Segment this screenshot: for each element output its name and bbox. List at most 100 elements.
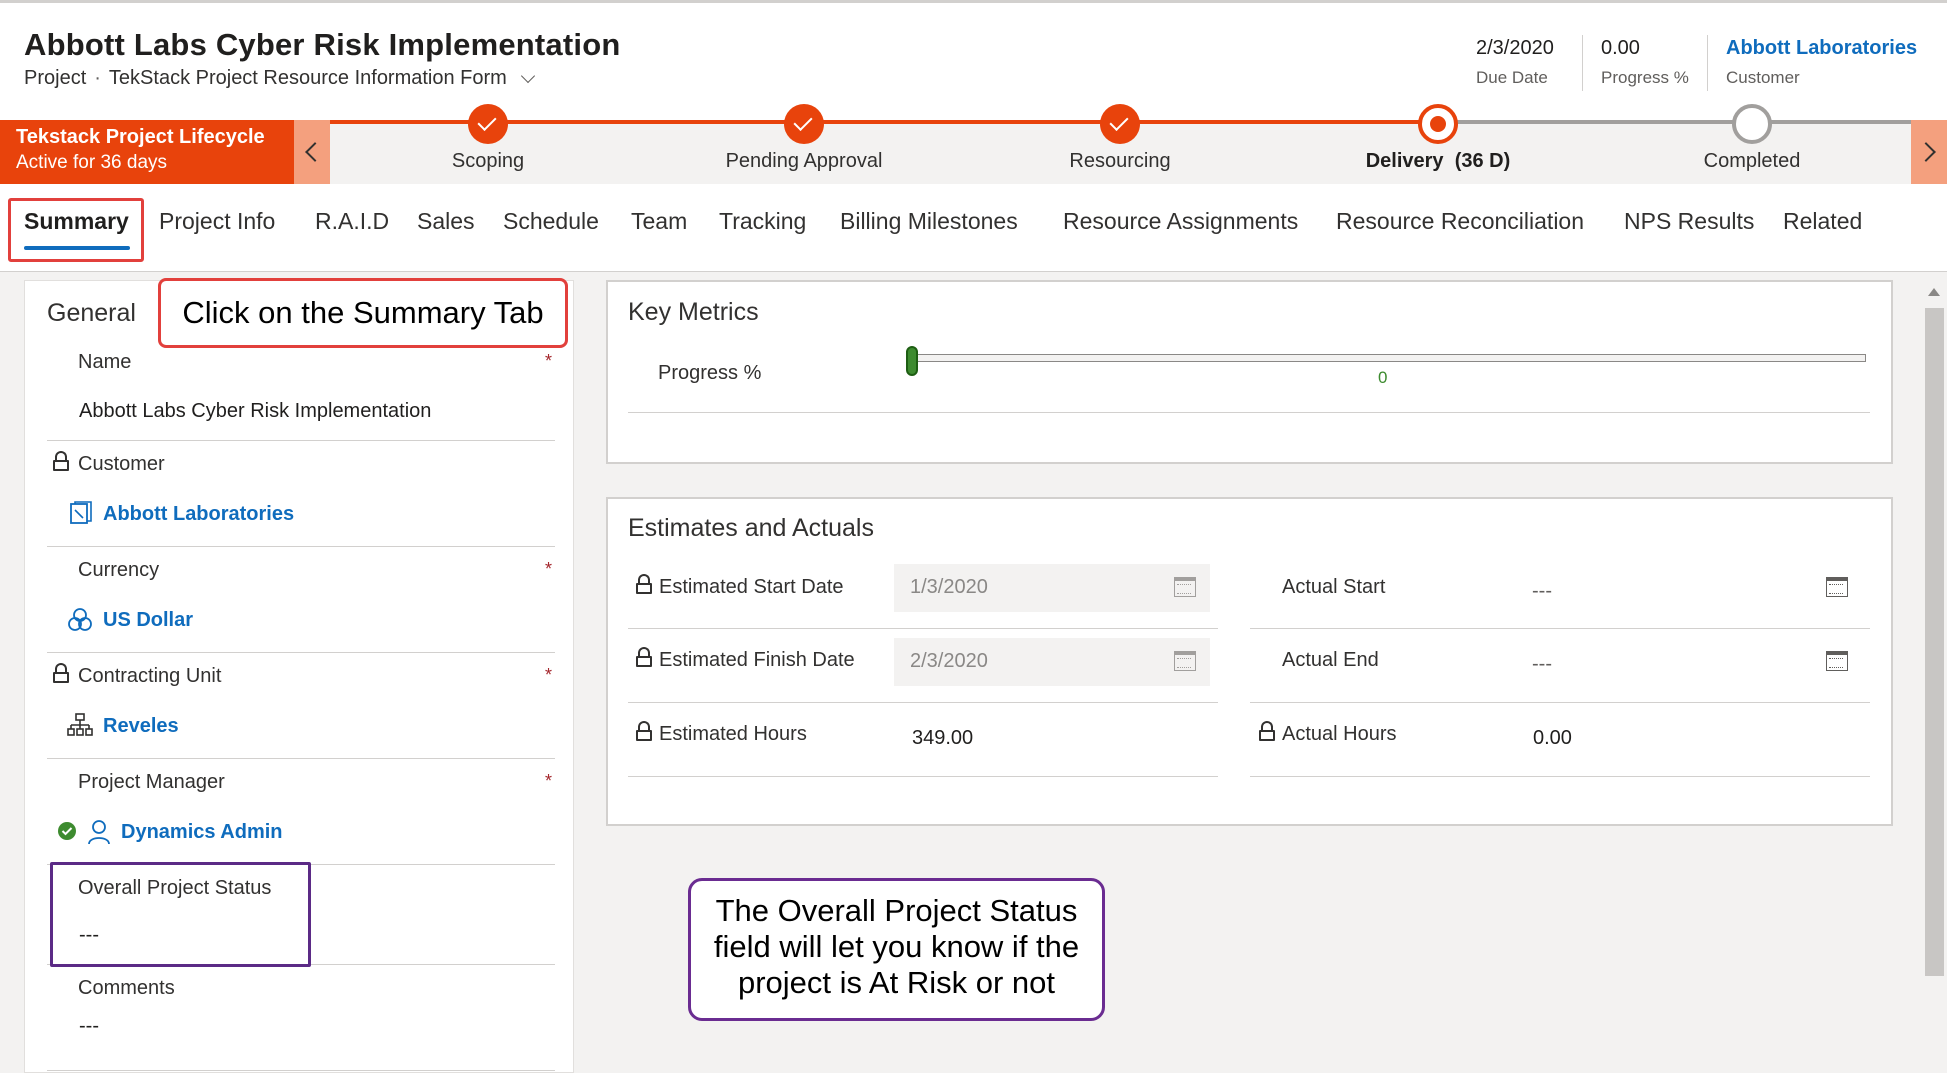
stage-complete-icon bbox=[784, 104, 824, 144]
actual-hours-field[interactable]: 0.00 bbox=[1533, 727, 1572, 750]
stage-active-icon bbox=[1418, 104, 1458, 144]
calendar-icon[interactable] bbox=[1174, 651, 1196, 671]
key-metrics-title: Key Metrics bbox=[628, 298, 759, 326]
comments-label: Comments bbox=[78, 977, 175, 999]
actual-end-label: Actual End bbox=[1282, 649, 1379, 671]
tab-schedule[interactable]: Schedule bbox=[503, 208, 599, 235]
user-icon bbox=[88, 820, 110, 845]
chevron-down-icon[interactable] bbox=[520, 68, 535, 83]
business-process-flow: Tekstack Project Lifecycle Active for 36… bbox=[0, 104, 1947, 184]
customer-link[interactable]: Abbott Laboratories bbox=[1726, 37, 1917, 60]
calendar-icon[interactable] bbox=[1826, 577, 1848, 597]
process-status: Active for 36 days bbox=[16, 152, 168, 173]
progress-percent-label: Progress % bbox=[658, 362, 762, 384]
annotation-overall-status: The Overall Project Status field will le… bbox=[688, 878, 1105, 1021]
process-next-button[interactable] bbox=[1911, 120, 1947, 184]
tab-billing-milestones[interactable]: Billing Milestones bbox=[840, 208, 1018, 235]
required-indicator: * bbox=[545, 665, 553, 685]
summary-tab-highlight bbox=[8, 198, 144, 262]
actual-end-field[interactable]: --- bbox=[1532, 653, 1552, 676]
lock-icon bbox=[636, 647, 652, 667]
vertical-scrollbar[interactable] bbox=[1922, 280, 1947, 1073]
estimates-actuals-title: Estimates and Actuals bbox=[628, 514, 874, 542]
customer-lookup-link[interactable]: Abbott Laboratories bbox=[103, 503, 294, 526]
customer-label: Customer bbox=[78, 453, 165, 475]
actual-start-label: Actual Start bbox=[1282, 576, 1386, 598]
tab-resource-reconciliation[interactable]: Resource Reconciliation bbox=[1336, 208, 1584, 235]
field-divider bbox=[47, 652, 555, 653]
estimated-start-label: Estimated Start Date bbox=[659, 576, 844, 598]
stage-label: Scoping bbox=[451, 150, 525, 172]
stage-pending-icon bbox=[1732, 104, 1772, 144]
field-divider bbox=[628, 776, 1218, 777]
estimated-finish-value: 2/3/2020 bbox=[910, 650, 988, 672]
name-label: Name bbox=[78, 351, 132, 373]
name-field[interactable]: Abbott Labs Cyber Risk Implementation bbox=[79, 400, 431, 423]
estimated-hours-field[interactable]: 349.00 bbox=[912, 727, 973, 750]
stage-completed[interactable]: Completed bbox=[1632, 104, 1872, 173]
stage-complete-icon bbox=[1100, 104, 1140, 144]
progress-slider-thumb[interactable] bbox=[906, 346, 918, 376]
scroll-up-arrow-icon[interactable] bbox=[1928, 288, 1940, 296]
field-divider bbox=[47, 546, 555, 547]
comments-field[interactable]: --- bbox=[79, 1015, 99, 1038]
field-divider bbox=[628, 628, 1218, 629]
lock-icon bbox=[53, 451, 69, 471]
stage-scoping[interactable]: Scoping bbox=[368, 104, 608, 173]
record-header: Abbott Labs Cyber Risk Implementation Pr… bbox=[0, 0, 1947, 120]
actual-hours-label: Actual Hours bbox=[1282, 723, 1397, 745]
calendar-icon[interactable] bbox=[1826, 651, 1848, 671]
stage-name: Delivery bbox=[1365, 150, 1444, 172]
lock-icon bbox=[636, 721, 652, 741]
stage-delivery[interactable]: Delivery (36 D) bbox=[1318, 104, 1558, 173]
currency-lookup-link[interactable]: US Dollar bbox=[103, 609, 193, 632]
estimated-start-date-input[interactable]: 1/3/2020 bbox=[894, 564, 1210, 612]
tab-nps-results[interactable]: NPS Results bbox=[1624, 208, 1754, 235]
stage-label: Resourcing bbox=[1069, 150, 1171, 172]
tab-related[interactable]: Related bbox=[1783, 208, 1862, 235]
calendar-icon[interactable] bbox=[1174, 577, 1196, 597]
field-divider bbox=[1250, 628, 1870, 629]
tab-project-info[interactable]: Project Info bbox=[159, 208, 275, 235]
required-indicator: * bbox=[545, 351, 553, 371]
progress-label: Progress % bbox=[1601, 68, 1689, 87]
header-customer: Abbott Laboratories Customer bbox=[1726, 37, 1917, 88]
estimated-finish-label: Estimated Finish Date bbox=[659, 649, 855, 671]
field-divider bbox=[47, 1070, 555, 1071]
annotation-line: The Overall Project Status bbox=[715, 893, 1078, 928]
account-icon bbox=[70, 501, 92, 524]
scrollbar-thumb[interactable] bbox=[1925, 308, 1944, 976]
stage-pending-approval[interactable]: Pending Approval bbox=[684, 104, 924, 173]
project-manager-lookup-link[interactable]: Dynamics Admin bbox=[121, 821, 283, 844]
currency-icon bbox=[68, 608, 92, 631]
stage-resourcing[interactable]: Resourcing bbox=[1000, 104, 1240, 173]
progress-slider-track[interactable] bbox=[908, 354, 1866, 362]
process-prev-button[interactable] bbox=[294, 120, 330, 184]
stage-label: Completed bbox=[1703, 150, 1801, 172]
tab-team[interactable]: Team bbox=[631, 208, 687, 235]
field-divider bbox=[628, 702, 1218, 703]
tab-resource-assignments[interactable]: Resource Assignments bbox=[1063, 208, 1298, 235]
header-due-date: 2/3/2020 Due Date bbox=[1476, 37, 1554, 88]
tab-sales[interactable]: Sales bbox=[417, 208, 475, 235]
stage-label-active: Delivery (36 D) bbox=[1318, 150, 1558, 173]
org-unit-icon bbox=[67, 713, 93, 736]
annotation-summary-tab: Click on the Summary Tab bbox=[158, 278, 568, 348]
currency-label: Currency bbox=[78, 559, 160, 581]
actual-start-field[interactable]: --- bbox=[1532, 580, 1552, 603]
estimated-start-value: 1/3/2020 bbox=[910, 576, 988, 598]
form-selector[interactable]: TekStack Project Resource Information Fo… bbox=[109, 67, 507, 90]
chevron-left-icon bbox=[305, 142, 325, 162]
customer-label: Customer bbox=[1726, 68, 1800, 87]
tab-raid[interactable]: R.A.I.D bbox=[315, 208, 389, 235]
contracting-unit-lookup-link[interactable]: Reveles bbox=[103, 715, 179, 738]
lock-icon bbox=[53, 663, 69, 683]
header-divider bbox=[1707, 35, 1708, 91]
general-section-title: General bbox=[47, 299, 136, 327]
due-date-label: Due Date bbox=[1476, 68, 1548, 87]
tab-tracking[interactable]: Tracking bbox=[719, 208, 806, 235]
stage-duration: (36 D) bbox=[1454, 150, 1511, 172]
process-lifecycle-flyout[interactable]: Tekstack Project Lifecycle Active for 36… bbox=[0, 120, 294, 184]
record-title: Abbott Labs Cyber Risk Implementation bbox=[24, 27, 621, 62]
estimated-finish-date-input[interactable]: 2/3/2020 bbox=[894, 638, 1210, 686]
